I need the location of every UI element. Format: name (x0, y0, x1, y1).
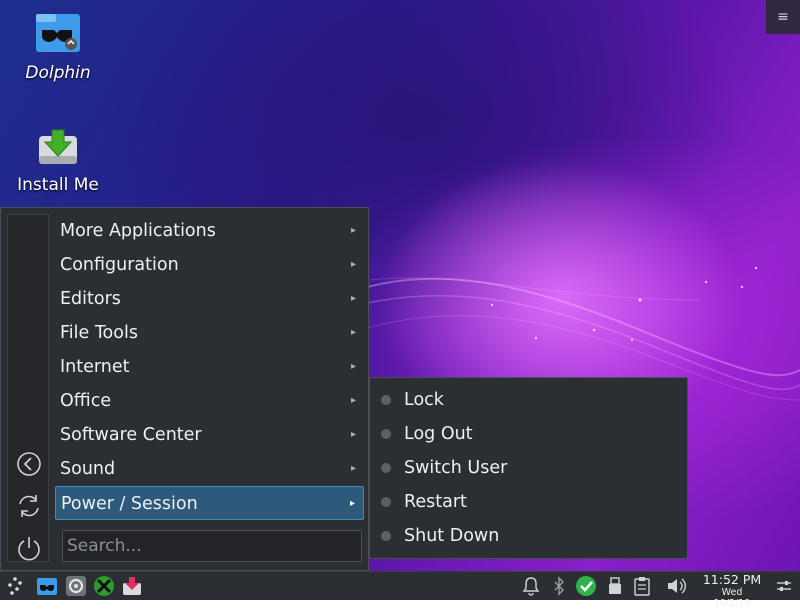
menu-item-more-applications[interactable]: More Applications ▸ (55, 214, 364, 248)
menu-item-list: More Applications ▸ Configuration ▸ Editor… (55, 214, 364, 520)
clock-time: 11:52 PM (702, 572, 762, 587)
xbox-game-icon[interactable] (93, 575, 115, 597)
bluetooth-icon[interactable] (548, 575, 570, 597)
chevron-right-icon: ▸ (350, 293, 356, 304)
menu-item-label: Sound (60, 459, 116, 479)
menu-item-label: Editors (60, 289, 121, 309)
chevron-right-icon: ▸ (350, 327, 356, 338)
submenu-item-label: Switch User (404, 458, 508, 478)
shut-down-icon (381, 531, 391, 541)
menu-item-label: Configuration (60, 255, 179, 275)
chevron-right-icon: ▸ (350, 463, 356, 474)
clock-date: Wed 10/2/19 (713, 587, 751, 609)
submenu-item-label: Log Out (404, 424, 473, 444)
menu-item-label: File Tools (60, 323, 138, 343)
submenu-item-shut-down[interactable]: Shut Down (370, 519, 670, 553)
notifications-icon[interactable] (520, 575, 542, 597)
desktop-icon-install-me[interactable]: Install Me (8, 126, 108, 195)
back-icon[interactable] (15, 450, 43, 478)
search-input[interactable]: Search... (62, 530, 362, 562)
menu-item-label: More Applications (60, 221, 216, 241)
hamburger-icon[interactable]: ≡ (766, 0, 800, 34)
submenu-item-log-out[interactable]: Log Out (370, 417, 670, 451)
submenu-item-lock[interactable]: Lock (370, 383, 670, 417)
switch-user-icon (381, 463, 391, 473)
submenu-item-label: Shut Down (404, 526, 500, 546)
menu-item-power-session[interactable]: Power / Session ▸ (55, 486, 364, 520)
menu-side-strip (7, 214, 49, 562)
menu-item-internet[interactable]: Internet ▸ (55, 350, 364, 384)
chevron-right-icon: ▸ (350, 395, 356, 406)
application-menu: More Applications ▸ Configuration ▸ Editor… (0, 207, 369, 571)
submenu-item-switch-user[interactable]: Switch User (370, 451, 670, 485)
desktop-icon-label: Install Me (17, 175, 99, 195)
menu-item-label: Software Center (60, 425, 202, 445)
power-session-submenu: Lock Log Out Switch User Restart Shut Do… (369, 377, 688, 559)
refresh-icon[interactable] (15, 492, 43, 520)
menu-item-file-tools[interactable]: File Tools ▸ (55, 316, 364, 350)
settings-icon[interactable] (773, 575, 795, 597)
submenu-item-label: Lock (404, 390, 444, 410)
desktop-icon-label: Dolphin (25, 63, 91, 83)
menu-item-office[interactable]: Office ▸ (55, 384, 364, 418)
lock-icon (381, 395, 391, 405)
app-launcher-icon[interactable] (4, 575, 26, 597)
menu-item-editors[interactable]: Editors ▸ (55, 282, 364, 316)
chevron-right-icon: ▸ (349, 498, 355, 509)
settings-manager-icon[interactable] (65, 575, 87, 597)
power-icon[interactable] (15, 534, 43, 562)
menu-item-label: Internet (60, 357, 130, 377)
updates-ok-icon[interactable] (575, 575, 597, 597)
chevron-right-icon: ▸ (350, 429, 356, 440)
clipboard-icon[interactable] (631, 575, 653, 597)
submenu-item-label: Restart (404, 492, 467, 512)
log-out-icon (381, 429, 391, 439)
installer-icon[interactable] (121, 575, 143, 597)
chevron-right-icon: ▸ (350, 361, 356, 372)
taskbar: 11:52 PM Wed 10/2/19 (0, 571, 800, 609)
chevron-right-icon: ▸ (350, 259, 356, 270)
desktop-icon-dolphin[interactable]: Dolphin (8, 10, 108, 83)
menu-item-configuration[interactable]: Configuration ▸ (55, 248, 364, 282)
submenu-item-restart[interactable]: Restart (370, 485, 670, 519)
chevron-right-icon: ▸ (350, 225, 356, 236)
clock[interactable]: 11:52 PM Wed 10/2/19 (702, 573, 762, 609)
menu-item-label: Power / Session (61, 494, 198, 514)
usb-device-icon[interactable] (604, 575, 626, 597)
dolphin-taskbar-icon[interactable] (36, 575, 58, 597)
menu-item-software-center[interactable]: Software Center ▸ (55, 418, 364, 452)
menu-item-label: Office (60, 391, 112, 411)
volume-icon[interactable] (665, 575, 687, 597)
menu-item-sound[interactable]: Sound ▸ (55, 452, 364, 486)
install-drive-icon (39, 129, 77, 164)
restart-icon (381, 497, 391, 507)
dolphin-folder-icon (36, 14, 80, 52)
